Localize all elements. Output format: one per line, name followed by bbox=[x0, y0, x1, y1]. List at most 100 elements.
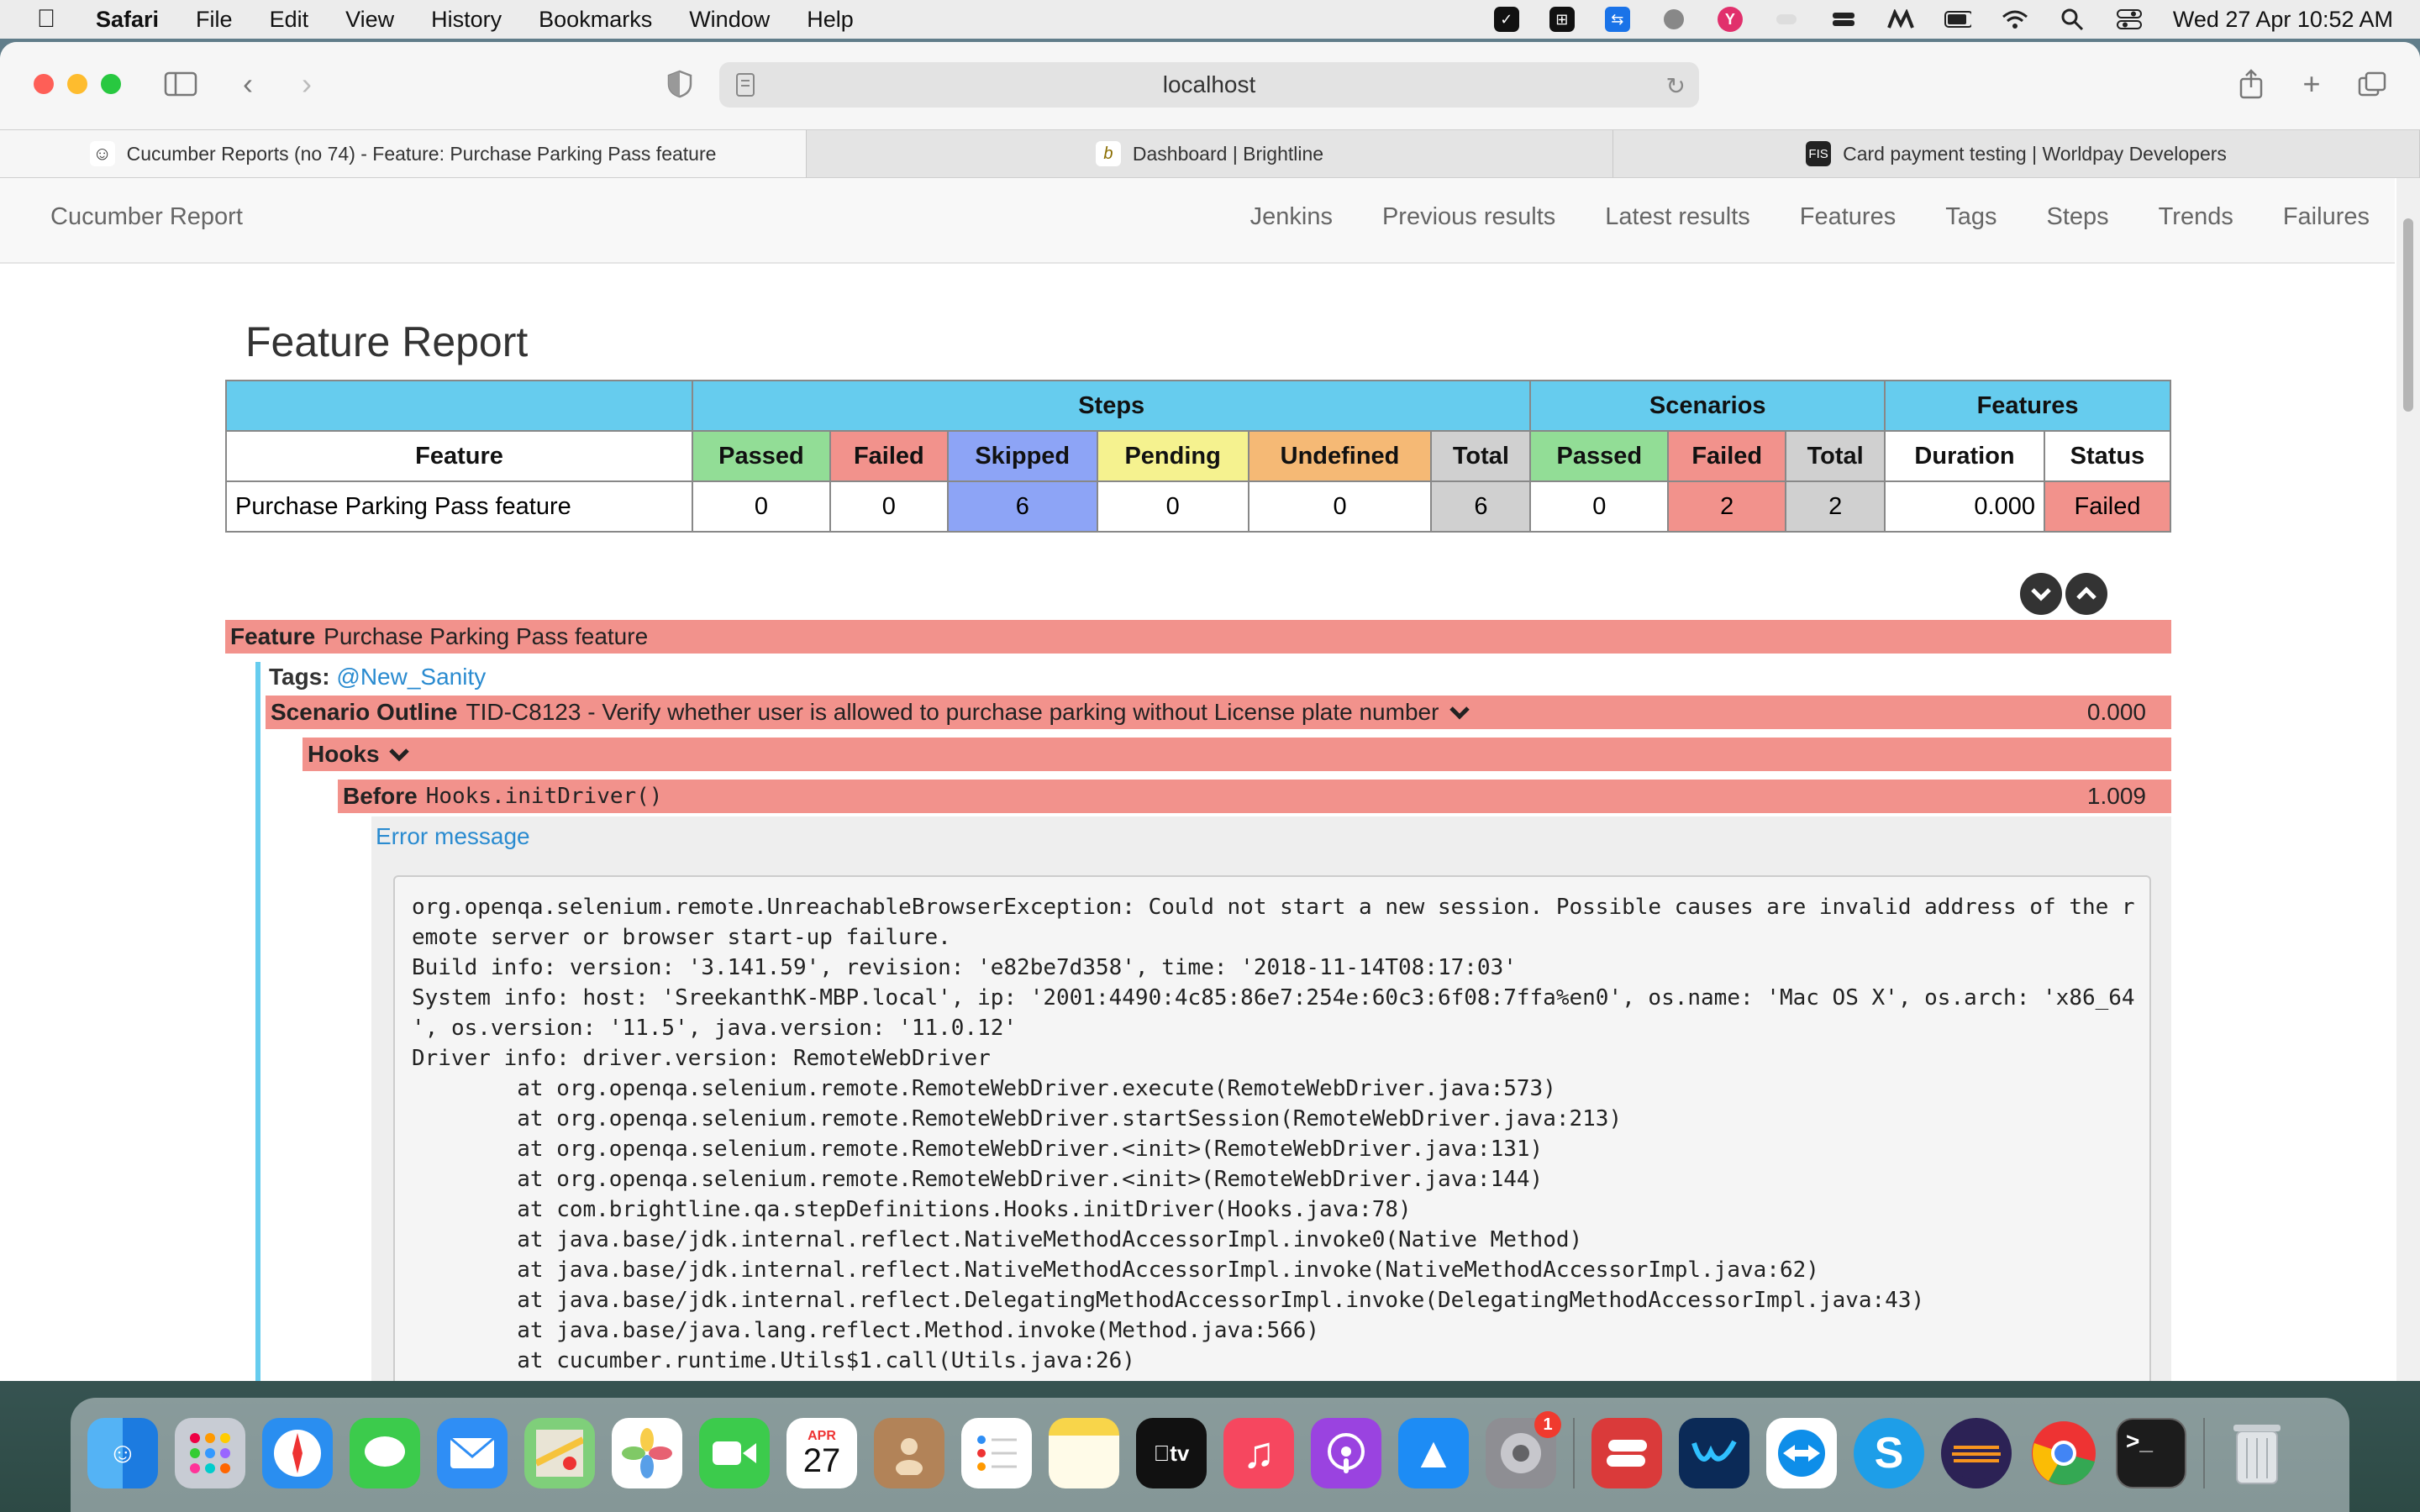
cell-scenarios-passed: 0 bbox=[1529, 480, 1670, 533]
page-title: Feature Report bbox=[245, 318, 529, 365]
header-scenarios-total: Total bbox=[1785, 430, 1886, 482]
checkmark-app-icon[interactable]: ✓ bbox=[1493, 7, 1519, 32]
page-scrollbar[interactable] bbox=[2396, 178, 2420, 1381]
cell-feature-name[interactable]: Purchase Parking Pass feature bbox=[224, 480, 694, 533]
menu-bookmarks[interactable]: Bookmarks bbox=[539, 7, 652, 33]
collapse-all-button[interactable] bbox=[2065, 573, 2107, 615]
feature-bar[interactable]: Feature Purchase Parking Pass feature bbox=[225, 620, 2171, 654]
menu-bar-clock[interactable]: Wed 27 Apr 10:52 AM bbox=[2173, 7, 2393, 33]
malwarebytes-icon[interactable] bbox=[1886, 6, 1914, 33]
calendar-day: 27 bbox=[802, 1442, 841, 1479]
url-text[interactable]: localhost bbox=[1163, 71, 1256, 98]
error-message-link[interactable]: Error message bbox=[376, 823, 530, 850]
menu-history[interactable]: History bbox=[431, 7, 502, 33]
skype-icon[interactable]: S bbox=[1854, 1418, 1924, 1488]
photos-icon[interactable] bbox=[612, 1418, 682, 1488]
header-steps-pending: Pending bbox=[1096, 430, 1249, 482]
expressvpn-icon[interactable] bbox=[1830, 6, 1857, 33]
app-store-icon[interactable]: ▲ bbox=[1398, 1418, 1469, 1488]
tab-overview-icon[interactable] bbox=[2353, 67, 2391, 101]
system-preferences-icon[interactable]: 1 bbox=[1486, 1411, 1561, 1488]
scrollbar-thumb[interactable] bbox=[2403, 218, 2413, 412]
nav-link-latest-results[interactable]: Latest results bbox=[1605, 203, 1749, 231]
teamviewer-icon[interactable]: ⇆ bbox=[1604, 7, 1630, 32]
hidden-status-icon[interactable] bbox=[1773, 6, 1800, 33]
apple-tv-icon[interactable]: tv bbox=[1136, 1418, 1207, 1488]
tag-link[interactable]: @New_Sanity bbox=[336, 664, 486, 690]
launchpad-icon[interactable] bbox=[175, 1418, 245, 1488]
zoom-window-button[interactable] bbox=[101, 74, 121, 94]
tab-cucumber-reports[interactable]: ☺ Cucumber Reports (no 74) - Feature: Pu… bbox=[0, 130, 807, 177]
before-method: Hooks.initDriver() bbox=[425, 784, 663, 809]
menu-help[interactable]: Help bbox=[807, 7, 854, 33]
nav-link-steps[interactable]: Steps bbox=[2046, 203, 2108, 231]
fis-favicon-icon: FIS bbox=[1806, 141, 1832, 166]
expand-all-button[interactable] bbox=[2020, 573, 2062, 615]
facetime-icon[interactable] bbox=[699, 1418, 770, 1488]
scenario-outline-bar[interactable]: Scenario Outline TID-C8123 - Verify whet… bbox=[266, 696, 2171, 729]
cell-scenarios-total: 2 bbox=[1785, 480, 1886, 533]
privacy-shield-icon[interactable] bbox=[660, 67, 699, 101]
before-hook-bar[interactable]: Before Hooks.initDriver() 1.009 bbox=[338, 780, 2171, 813]
nav-link-trends[interactable]: Trends bbox=[2159, 203, 2233, 231]
forward-button[interactable]: › bbox=[287, 66, 326, 101]
sidebar-toggle-icon[interactable] bbox=[161, 67, 200, 101]
notes-icon[interactable] bbox=[1049, 1418, 1119, 1488]
calculator-app-icon[interactable]: ⊞ bbox=[1549, 7, 1575, 32]
menu-app-safari[interactable]: Safari bbox=[96, 7, 159, 33]
music-icon[interactable]: ♫ bbox=[1223, 1418, 1294, 1488]
menu-file[interactable]: File bbox=[196, 7, 233, 33]
control-center-icon[interactable] bbox=[2116, 6, 2143, 33]
apple-logo-icon[interactable]:  bbox=[32, 5, 60, 34]
menu-window[interactable]: Window bbox=[689, 7, 770, 33]
calendar-icon[interactable]: APR 27 bbox=[786, 1418, 857, 1488]
mail-icon[interactable] bbox=[437, 1418, 508, 1488]
nav-link-previous-results[interactable]: Previous results bbox=[1382, 203, 1555, 231]
tab-brightline-dashboard[interactable]: b Dashboard | Brightline bbox=[807, 130, 1613, 177]
expressvpn-dock-icon[interactable] bbox=[1591, 1418, 1662, 1488]
wifi-icon[interactable] bbox=[2002, 6, 2028, 33]
safari-icon[interactable] bbox=[262, 1418, 333, 1488]
battery-icon[interactable] bbox=[1944, 6, 1971, 33]
chevron-down-icon[interactable] bbox=[388, 747, 410, 762]
finder-icon[interactable]: ☺ bbox=[87, 1418, 158, 1488]
address-bar[interactable]: localhost ↻ bbox=[719, 62, 1699, 108]
dock-separator bbox=[1573, 1418, 1575, 1488]
yandex-icon[interactable]: Y bbox=[1717, 7, 1743, 32]
chrome-icon[interactable] bbox=[2028, 1418, 2099, 1488]
terminal-icon[interactable]: >_ bbox=[2116, 1418, 2186, 1488]
nav-link-jenkins[interactable]: Jenkins bbox=[1250, 203, 1333, 231]
back-button[interactable]: ‹ bbox=[229, 66, 267, 101]
webex-icon[interactable] bbox=[1679, 1418, 1749, 1488]
close-window-button[interactable] bbox=[34, 74, 54, 94]
header-duration: Duration bbox=[1884, 430, 2045, 482]
page-content: Cucumber Report Jenkins Previous results… bbox=[0, 178, 2395, 1381]
podcasts-icon[interactable] bbox=[1311, 1418, 1381, 1488]
cell-status: Failed bbox=[2043, 480, 2172, 533]
messages-icon[interactable] bbox=[350, 1418, 420, 1488]
trash-icon[interactable] bbox=[2222, 1418, 2292, 1488]
share-icon[interactable] bbox=[2232, 67, 2270, 101]
spotlight-search-icon[interactable] bbox=[2059, 6, 2086, 33]
reminders-icon[interactable] bbox=[961, 1418, 1032, 1488]
tab-worldpay-developers[interactable]: FIS Card payment testing | Worldpay Deve… bbox=[1613, 130, 2420, 177]
nav-link-tags[interactable]: Tags bbox=[1945, 203, 1996, 231]
new-tab-icon[interactable]: + bbox=[2292, 66, 2331, 101]
teamviewer-dock-icon[interactable] bbox=[1766, 1418, 1837, 1488]
macos-menu-bar:  Safari File Edit View History Bookmark… bbox=[0, 0, 2420, 39]
eclipse-icon[interactable] bbox=[1941, 1418, 2012, 1488]
nav-link-failures[interactable]: Failures bbox=[2283, 203, 2370, 231]
globe-vpn-icon[interactable] bbox=[1660, 6, 1687, 33]
reload-icon[interactable]: ↻ bbox=[1666, 72, 1686, 100]
nav-link-features[interactable]: Features bbox=[1800, 203, 1896, 231]
minimize-window-button[interactable] bbox=[67, 74, 87, 94]
jenkins-favicon-icon: ☺ bbox=[89, 141, 115, 166]
maps-icon[interactable] bbox=[524, 1418, 595, 1488]
contacts-icon[interactable] bbox=[874, 1418, 944, 1488]
hooks-bar[interactable]: Hooks bbox=[302, 738, 2171, 771]
page-settings-icon[interactable] bbox=[734, 72, 756, 103]
chevron-down-icon[interactable] bbox=[1449, 705, 1470, 720]
menu-view[interactable]: View bbox=[345, 7, 394, 33]
navbar-brand[interactable]: Cucumber Report bbox=[50, 203, 243, 231]
menu-edit[interactable]: Edit bbox=[270, 7, 309, 33]
